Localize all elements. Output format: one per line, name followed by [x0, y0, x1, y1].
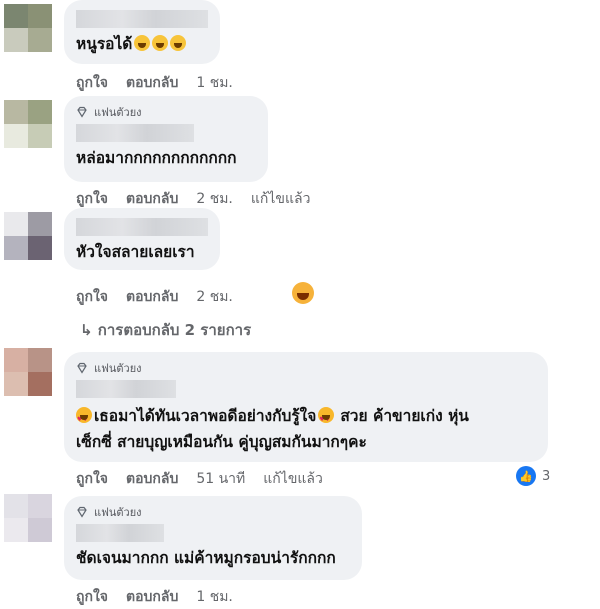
reply-button[interactable]: ตอบกลับ [126, 72, 178, 94]
timestamp[interactable]: 1 ชม. [196, 72, 233, 94]
reply-button[interactable]: ตอบกลับ [126, 586, 178, 608]
comment-text-line1-cont: สวย ค้าขายเก่ง หุ่น [340, 407, 469, 425]
diamond-icon [76, 106, 88, 118]
comment-text: หัวใจสลายเลยเรา [76, 243, 195, 261]
comment-actions: ถูกใจ ตอบกลับ 1 ชม. [76, 586, 233, 608]
reply-button[interactable]: ตอบกลับ [126, 468, 178, 490]
view-replies-link[interactable]: ↳ การตอบกลับ 2 รายการ [80, 318, 251, 342]
timestamp[interactable]: 1 ชม. [196, 586, 233, 608]
grinning-emoji-icon [134, 35, 151, 51]
like-reaction-icon: 👍 [516, 466, 536, 486]
comment-text: หล่อมากกกกกกกกกกกก [76, 149, 237, 167]
comment-actions: ถูกใจ ตอบกลับ 2 ชม. แก้ไขแล้ว [76, 188, 310, 210]
comment-text-line2: เซ็กซี่ สายบุญเหมือนกัน คู่บุญสมกันมากๆค… [76, 433, 367, 451]
grinning-emoji-icon [152, 35, 169, 51]
comment-bubble: แฟนตัวยง เธอมาได้ทันเวลาพอดีอย่างกับรู้ใ… [64, 352, 548, 462]
diamond-icon [76, 362, 88, 374]
commenter-name[interactable] [76, 380, 176, 398]
comment-bubble: หัวใจสลายเลยเรา [64, 208, 220, 270]
avatar[interactable] [4, 494, 52, 542]
comment-bubble: แฟนตัวยง หล่อมากกกกกกกกกกกก [64, 96, 268, 182]
like-button[interactable]: ถูกใจ [76, 286, 108, 308]
edited-label: แก้ไขแล้ว [250, 191, 311, 207]
like-button[interactable]: ถูกใจ [76, 468, 108, 490]
comment-bubble: แฟนตัวยง ชัดเจนมากกก แม่ค้าหมูกรอบน่ารัก… [64, 496, 362, 580]
heart-eyes-emoji-icon [318, 407, 335, 432]
top-fan-badge: แฟนตัวยง [94, 106, 142, 119]
reaction-summary[interactable]: 👍 3 [516, 466, 550, 486]
comment-text-line1: เธอมาได้ทันเวลาพอดีอย่างกับรู้ใจ [94, 407, 317, 425]
reply-button[interactable]: ตอบกลับ [126, 188, 178, 210]
like-button[interactable]: ถูกใจ [76, 72, 108, 94]
laughing-emoji-icon [292, 282, 314, 304]
comment-actions: ถูกใจ ตอบกลับ 1 ชม. [76, 72, 233, 94]
commenter-name[interactable] [76, 124, 194, 142]
comment-thread: หนูรอได้ ถูกใจ ตอบกลับ 1 ชม. แฟนตัวยง หล… [0, 0, 600, 609]
comment-text: ชัดเจนมากกก แม่ค้าหมูกรอบน่ารักกกก [76, 549, 336, 567]
avatar[interactable] [4, 4, 52, 52]
reply-button[interactable]: ตอบกลับ [126, 286, 178, 308]
top-fan-badge: แฟนตัวยง [94, 362, 142, 375]
heart-eyes-emoji-icon [76, 407, 92, 432]
avatar[interactable] [4, 100, 52, 148]
top-fan-badge: แฟนตัวยง [94, 506, 142, 519]
comment-actions: ถูกใจ ตอบกลับ 51 นาที แก้ไขแล้ว [76, 468, 323, 490]
comment-actions: ถูกใจ ตอบกลับ 2 ชม. [76, 286, 233, 308]
avatar[interactable] [4, 212, 52, 260]
reaction-count: 3 [542, 468, 551, 484]
comment-text: หนูรอได้ [76, 35, 133, 53]
grinning-emoji-icon [170, 35, 187, 51]
comment-bubble: หนูรอได้ [64, 0, 220, 64]
like-button[interactable]: ถูกใจ [76, 586, 108, 608]
avatar[interactable] [4, 348, 52, 396]
commenter-name[interactable] [76, 524, 164, 542]
like-button[interactable]: ถูกใจ [76, 188, 108, 210]
timestamp[interactable]: 2 ชม. [196, 286, 233, 308]
timestamp[interactable]: 2 ชม. [196, 188, 233, 210]
commenter-name[interactable] [76, 10, 208, 28]
diamond-icon [76, 506, 88, 518]
edited-label: แก้ไขแล้ว [263, 471, 323, 487]
timestamp[interactable]: 51 นาที [196, 468, 245, 490]
commenter-name[interactable] [76, 218, 208, 236]
